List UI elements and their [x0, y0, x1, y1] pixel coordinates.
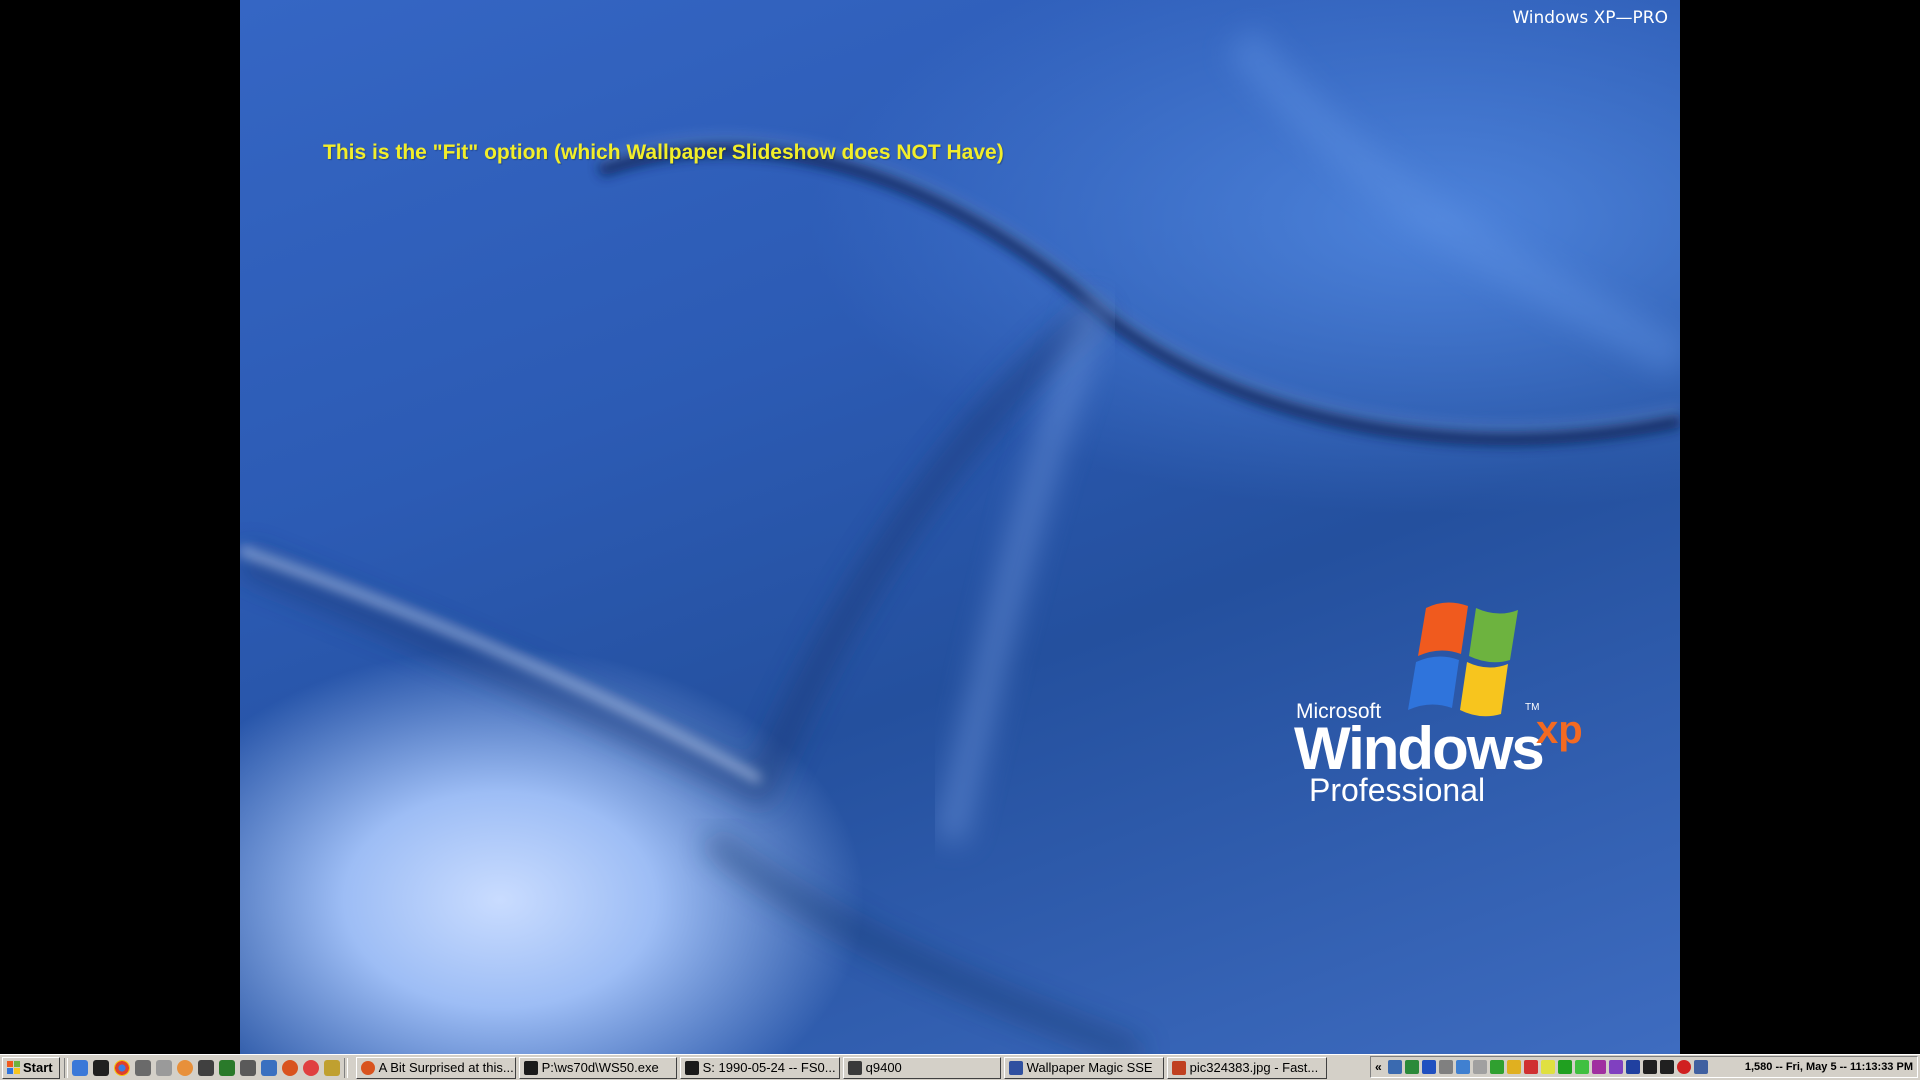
opera-icon[interactable] [302, 1059, 319, 1076]
tray-app-icon[interactable] [1659, 1060, 1674, 1074]
wand-icon [1008, 1060, 1023, 1075]
cmd-icon[interactable] [92, 1059, 109, 1076]
task-label: pic324383.jpg - Fast... [1189, 1060, 1319, 1075]
task-label: P:\ws70d\WS50.exe [541, 1060, 659, 1075]
tray-signal-icon[interactable] [1557, 1060, 1572, 1074]
taskbar-clock[interactable]: 1,580 -- Fri, May 5 -- 11:13:33 PM [1745, 1061, 1913, 1073]
task-label: S: 1990-05-24 -- FS0... [702, 1060, 836, 1075]
system-tray: « 1,580 -- Fri, May 5 -- 11:13:33 PM [1370, 1056, 1918, 1078]
taskbar-separator [343, 1057, 348, 1078]
tray-app-icon[interactable] [1540, 1060, 1555, 1074]
cmd-icon [523, 1060, 538, 1075]
tray-antivirus-icon[interactable] [1676, 1060, 1691, 1074]
task-button-q9400[interactable]: q9400 [842, 1056, 1001, 1079]
task-button-fs0[interactable]: S: 1990-05-24 -- FS0... [679, 1056, 840, 1079]
desktop-wallpaper: Windows XP—PRO This is the "Fit" option … [240, 0, 1680, 1054]
firefox-icon [360, 1060, 375, 1075]
app2-icon[interactable] [239, 1059, 256, 1076]
chevron-left-icon[interactable]: « [1375, 1060, 1382, 1074]
folder-icon[interactable] [260, 1059, 277, 1076]
start-button[interactable]: Start [2, 1056, 60, 1079]
task-button-wallpaper-magic[interactable]: Wallpaper Magic SSE [1003, 1056, 1164, 1079]
tray-app-icon[interactable] [1438, 1060, 1453, 1074]
tray-bluetooth-icon[interactable] [1625, 1060, 1640, 1074]
firefox-icon[interactable] [176, 1059, 193, 1076]
task-label: Wallpaper Magic SSE [1026, 1060, 1153, 1075]
task-label: A Bit Surprised at this... [378, 1060, 514, 1075]
task-button-firefox[interactable]: A Bit Surprised at this... [355, 1056, 516, 1079]
quick-launch-bar [71, 1059, 340, 1076]
media-icon[interactable] [218, 1059, 235, 1076]
tray-app-icon[interactable] [1574, 1060, 1589, 1074]
ie-icon[interactable] [71, 1059, 88, 1076]
task-button-ws50[interactable]: P:\ws70d\WS50.exe [518, 1056, 677, 1079]
app-icon[interactable] [134, 1059, 151, 1076]
taskbar-separator [63, 1057, 68, 1078]
firefox2-icon[interactable] [281, 1059, 298, 1076]
cmd-icon [684, 1060, 699, 1075]
windows-flag-icon [7, 1061, 20, 1074]
task-label: q9400 [865, 1060, 902, 1075]
logo-xp-text: xp [1536, 708, 1583, 752]
tray-app-icon[interactable] [1523, 1060, 1538, 1074]
tray-app-icon[interactable] [1489, 1060, 1504, 1074]
windows-xp-logo: Microsoft Windows TM xp Professional [1294, 596, 1636, 826]
fit-option-caption: This is the "Fit" option (which Wallpape… [323, 141, 1004, 164]
tray-mail-icon[interactable] [1591, 1060, 1606, 1074]
chrome-icon[interactable] [113, 1059, 130, 1076]
tray-app-icon[interactable] [1455, 1060, 1470, 1074]
calc-icon[interactable] [197, 1059, 214, 1076]
tray-display-icon[interactable] [1693, 1060, 1708, 1074]
tray-app-icon[interactable] [1404, 1060, 1419, 1074]
tray-app-icon[interactable] [1472, 1060, 1487, 1074]
tray-app-icon[interactable] [1608, 1060, 1623, 1074]
tool-icon[interactable] [155, 1059, 172, 1076]
paint-icon[interactable] [323, 1059, 340, 1076]
task-button-image-viewer[interactable]: pic324383.jpg - Fast... [1166, 1056, 1327, 1079]
tray-app-icon[interactable] [1642, 1060, 1657, 1074]
os-version-label: Windows XP—PRO [1512, 8, 1668, 28]
tray-network-icon[interactable] [1387, 1060, 1402, 1074]
monitor-icon [847, 1060, 862, 1075]
logo-edition-text: Professional [1309, 772, 1486, 808]
task-buttons: A Bit Surprised at this... P:\ws70d\WS50… [355, 1056, 1327, 1079]
tray-app-icon[interactable] [1506, 1060, 1521, 1074]
start-label: Start [23, 1060, 53, 1075]
image-viewer-icon [1171, 1060, 1186, 1075]
tray-app-icon[interactable] [1421, 1060, 1436, 1074]
taskbar: Start A Bit Surprised at this... P:\ws70… [0, 1054, 1920, 1080]
